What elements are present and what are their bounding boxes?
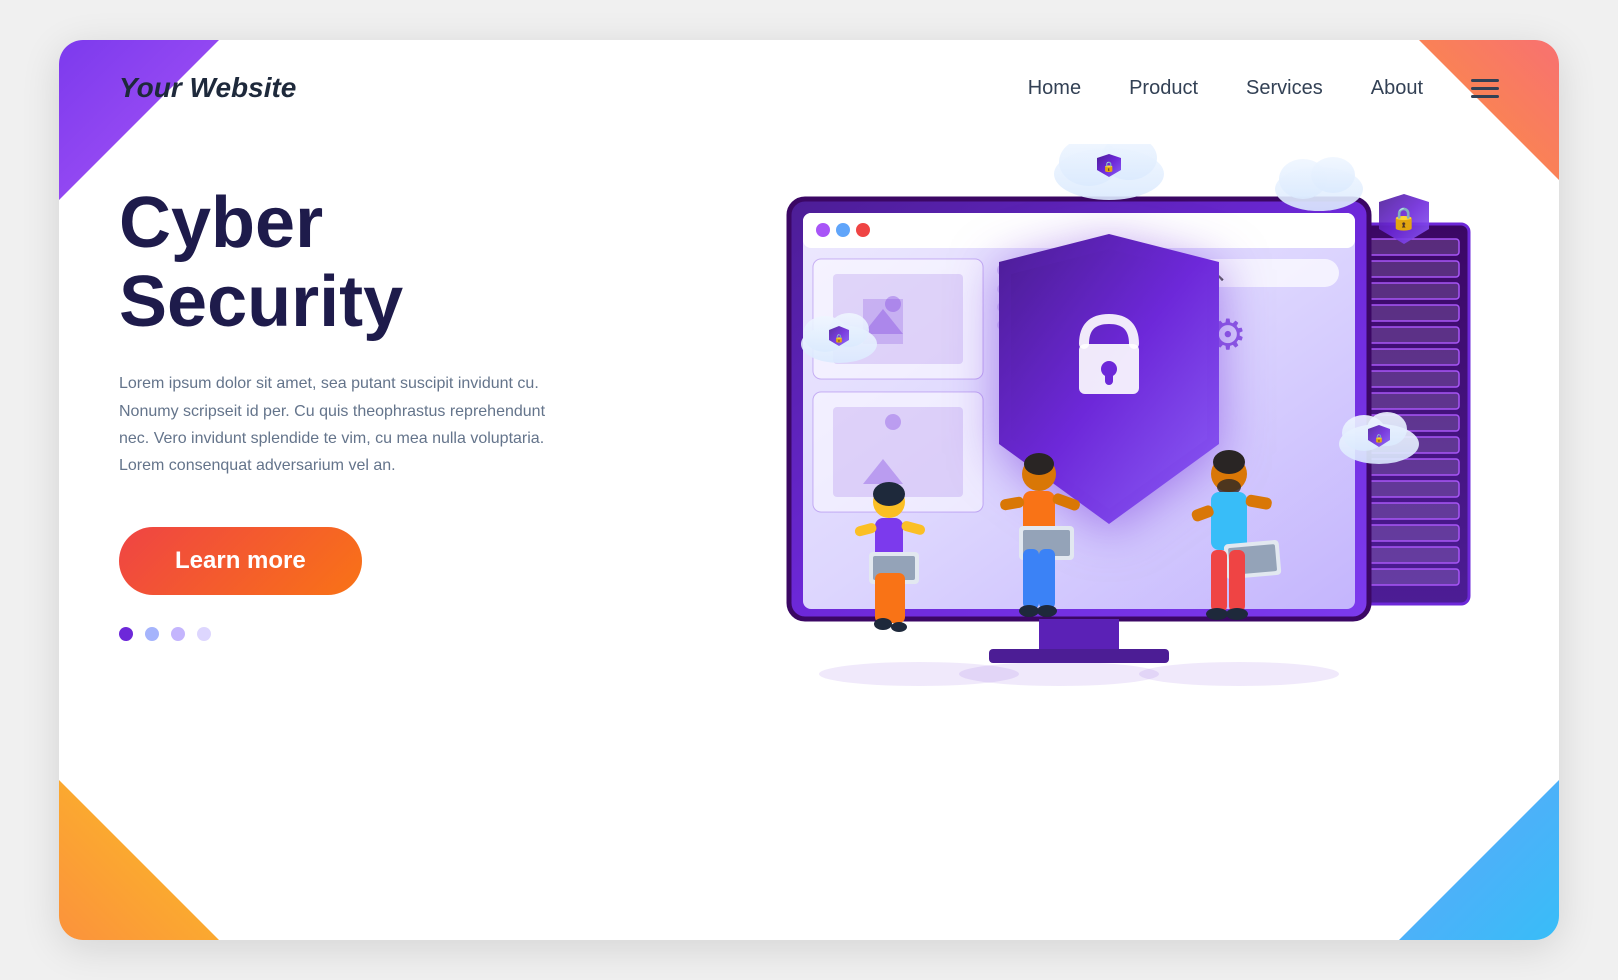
main-nav: Home Product Services About — [1028, 77, 1499, 100]
dot-2[interactable] — [145, 627, 159, 641]
svg-text:🔒: 🔒 — [834, 334, 844, 343]
dot-4[interactable] — [197, 627, 211, 641]
learn-more-button[interactable]: Learn more — [119, 527, 362, 595]
hamburger-menu-icon[interactable] — [1471, 79, 1499, 98]
dot-3[interactable] — [171, 627, 185, 641]
svg-text:🔒: 🔒 — [1374, 434, 1384, 443]
nav-product[interactable]: Product — [1129, 77, 1198, 100]
svg-text:🔒: 🔒 — [1103, 161, 1115, 173]
hero-description: Lorem ipsum dolor sit amet, sea putant s… — [119, 370, 559, 479]
hero-title-line2: Security — [119, 262, 403, 342]
page-wrapper: Your Website Home Product Services About… — [59, 40, 1559, 940]
header: Your Website Home Product Services About — [59, 40, 1559, 124]
site-logo: Your Website — [119, 72, 296, 104]
hero-illustration: 🔒 — [699, 144, 1499, 924]
hero-title: Cyber Security — [119, 184, 699, 342]
hero-left: Cyber Security Lorem ipsum dolor sit ame… — [119, 144, 699, 924]
nav-about[interactable]: About — [1371, 77, 1423, 100]
hero-title-line1: Cyber — [119, 183, 323, 263]
nav-home[interactable]: Home — [1028, 77, 1081, 100]
dot-1-active[interactable] — [119, 627, 133, 641]
main-content: Cyber Security Lorem ipsum dolor sit ame… — [59, 124, 1559, 924]
carousel-dots — [119, 627, 699, 641]
svg-text:🔒: 🔒 — [1390, 206, 1417, 231]
nav-services[interactable]: Services — [1246, 77, 1323, 100]
illustration-svg: 🔒 — [719, 144, 1479, 824]
